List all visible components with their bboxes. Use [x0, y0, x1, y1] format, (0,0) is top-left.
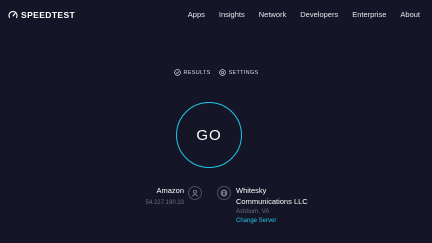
results-label: RESULTS — [183, 69, 211, 76]
speedtest-logo[interactable]: SPEEDTEST — [8, 9, 75, 21]
nav-about[interactable]: About — [400, 10, 420, 19]
results-link[interactable]: RESULTS — [173, 69, 211, 76]
check-circle-icon — [173, 69, 181, 76]
nav-network[interactable]: Network — [259, 10, 287, 19]
change-server-link[interactable]: Change Server — [236, 217, 326, 226]
server-name-line1: Whitesky — [236, 186, 267, 195]
speedometer-logo-icon — [8, 11, 18, 19]
main-nav: Apps Insights Network Developers Enterpr… — [174, 10, 420, 19]
nav-insights[interactable]: Insights — [219, 10, 245, 19]
globe-glyph-icon — [220, 189, 228, 197]
server-location: Ashburn, VA — [236, 209, 270, 215]
isp-ip-address: 54.227.190.33 — [145, 200, 184, 206]
go-label: GO — [196, 126, 222, 144]
top-navigation-bar: SPEEDTEST Apps Insights Network Develope… — [0, 0, 432, 30]
gear-icon — [218, 69, 226, 76]
user-icon — [188, 186, 202, 200]
isp-info: Amazon 54.227.190.33 — [146, 186, 184, 208]
person-icon — [192, 189, 198, 197]
settings-label: SETTINGS — [228, 69, 259, 76]
nav-apps[interactable]: Apps — [188, 10, 205, 19]
nav-developers[interactable]: Developers — [300, 10, 338, 19]
nav-enterprise[interactable]: Enterprise — [352, 10, 386, 19]
isp-name: Amazon — [156, 186, 184, 195]
settings-link[interactable]: SETTINGS — [218, 69, 259, 76]
go-button[interactable]: GO — [176, 102, 242, 168]
results-settings-bar: RESULTS SETTINGS — [0, 69, 432, 76]
logo-text: SPEEDTEST — [21, 10, 76, 20]
globe-icon — [217, 186, 231, 200]
server-info: Whitesky Communications LLC Ashburn, VA … — [236, 186, 326, 226]
server-name-line2: Communications LLC — [236, 196, 308, 206]
